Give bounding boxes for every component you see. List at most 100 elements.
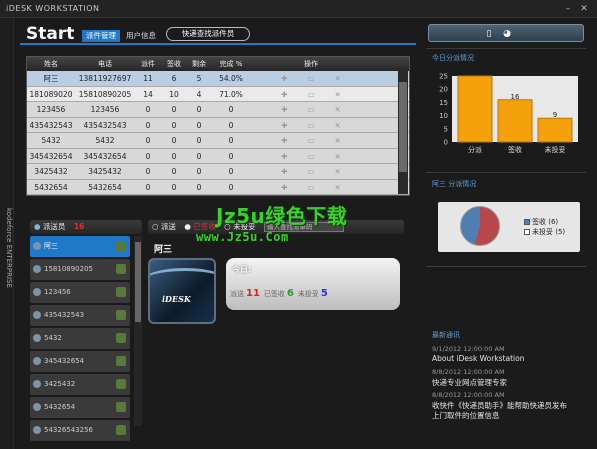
delete-icon[interactable]: ✕: [335, 121, 341, 130]
minimize-icon[interactable]: –: [562, 3, 574, 15]
edit-icon[interactable]: ✚: [281, 105, 287, 114]
courier-item[interactable]: 54326543256: [30, 420, 130, 441]
today-stat-label: 未投妥: [297, 290, 319, 298]
edit-courier-icon[interactable]: [116, 333, 126, 343]
header-divider: [20, 43, 416, 45]
edit-icon[interactable]: ✚: [281, 136, 287, 145]
col-phone[interactable]: 电话: [75, 57, 135, 71]
brand-strip: kodeforce ENTERPRISE: [0, 18, 14, 449]
courier-item[interactable]: 435432543: [30, 305, 130, 326]
message-icon[interactable]: ▭: [307, 105, 314, 114]
pie-chart: [460, 206, 500, 246]
col-name[interactable]: 姓名: [27, 57, 75, 71]
edit-courier-icon[interactable]: [116, 310, 126, 320]
table-row[interactable]: 345432654 345432654 0 0 0 0 ✚ ▭ ✕: [27, 148, 409, 164]
cell-complete: 0: [228, 136, 234, 145]
tab-dispatch[interactable]: 派件管理: [82, 30, 120, 42]
edit-icon[interactable]: ✚: [281, 90, 287, 99]
courier-scrollbar[interactable]: [134, 236, 142, 426]
cell-name: 3425432: [34, 167, 68, 176]
message-icon[interactable]: ▭: [307, 152, 314, 161]
courier-item[interactable]: 345432654: [30, 351, 130, 372]
tab-user-info[interactable]: 用户信息: [122, 30, 160, 42]
news-title: 最新通讯: [432, 331, 460, 339]
edit-icon[interactable]: ✚: [281, 183, 287, 192]
message-icon[interactable]: ▭: [307, 167, 314, 176]
courier-scroll-thumb[interactable]: [135, 242, 141, 322]
edit-courier-icon[interactable]: [116, 379, 126, 389]
delete-icon[interactable]: ✕: [335, 183, 341, 192]
edit-icon[interactable]: ✚: [281, 121, 287, 130]
cell-dispatched: 0: [145, 182, 151, 192]
cell-remaining: 0: [196, 136, 202, 145]
row-actions: ✚ ▭ ✕: [251, 87, 371, 102]
message-icon[interactable]: ▭: [307, 121, 314, 130]
legend-swatch-signed: [524, 219, 530, 225]
cell-phone: 345432654: [83, 151, 127, 161]
col-dispatched[interactable]: 派件: [135, 57, 161, 71]
courier-item[interactable]: 5432654: [30, 397, 130, 418]
page-title: Start: [26, 24, 75, 44]
delete-icon[interactable]: ✕: [335, 167, 341, 176]
edit-courier-icon[interactable]: [116, 425, 126, 435]
message-icon[interactable]: ▭: [307, 136, 314, 145]
edit-courier-icon[interactable]: [116, 402, 126, 412]
delete-icon[interactable]: ✕: [335, 74, 341, 83]
table-row[interactable]: 435432543 435432543 0 0 0 0 ✚ ▭ ✕: [27, 117, 409, 133]
cell-complete: 0: [228, 151, 234, 161]
today-stat-label: 已签收: [263, 290, 285, 298]
message-icon[interactable]: ▭: [307, 183, 314, 192]
edit-courier-icon[interactable]: [116, 356, 126, 366]
filter-dispatched[interactable]: ○ 派送: [152, 222, 176, 231]
courier-name: 3425432: [44, 380, 76, 388]
courier-item[interactable]: 123456: [30, 282, 130, 303]
delete-icon[interactable]: ✕: [335, 136, 341, 145]
edit-icon[interactable]: ✚: [281, 152, 287, 161]
courier-avatar-icon: [33, 288, 41, 296]
edit-courier-icon[interactable]: [116, 241, 126, 251]
edit-courier-icon[interactable]: [116, 264, 126, 274]
cell-dispatched: 0: [145, 167, 151, 176]
table-row[interactable]: 181089020 15810890205 14 10 4 71.0% ✚ ▭ ✕: [27, 86, 409, 102]
pie-title: 阿三 分派情况: [432, 180, 477, 188]
edit-icon[interactable]: ✚: [281, 167, 287, 176]
news-item-2[interactable]: 快递专业网点管理专家: [432, 377, 507, 388]
table-row[interactable]: 123456 123456 0 0 0 0 ✚ ▭ ✕: [27, 102, 409, 118]
table-row[interactable]: 3425432 3425432 0 0 0 0 ✚ ▭ ✕: [27, 164, 409, 180]
news-item-1[interactable]: About iDesk Workstation: [432, 354, 524, 363]
edit-courier-icon[interactable]: [116, 287, 126, 297]
cell-signed: 0: [171, 136, 177, 145]
cell-name: 5432: [41, 136, 61, 145]
scroll-thumb[interactable]: [399, 82, 407, 172]
courier-item[interactable]: 3425432: [30, 374, 130, 395]
col-remaining[interactable]: 剩余: [187, 57, 211, 71]
message-icon[interactable]: ▭: [307, 74, 314, 83]
table-row[interactable]: 5432654 5432654 0 0 0 0 ✚ ▭ ✕: [27, 179, 409, 195]
table-row[interactable]: 阿三 13811927697 11 6 5 54.0% ✚ ▭ ✕: [27, 71, 409, 87]
edit-icon[interactable]: ✚: [281, 74, 287, 83]
bar-value-label: 9: [553, 111, 557, 119]
close-icon[interactable]: ✕: [578, 3, 590, 15]
refresh-icon[interactable]: ◕: [501, 28, 513, 40]
courier-item[interactable]: 阿三: [30, 236, 130, 257]
y-tick-label: 5: [444, 125, 448, 133]
message-icon[interactable]: ▭: [307, 90, 314, 99]
cell-phone: 435432543: [83, 120, 127, 130]
delete-icon[interactable]: ✕: [335, 105, 341, 114]
pie-panel: 签收 (6) 未投妥 (5): [438, 202, 580, 252]
chart-icon[interactable]: ▯: [483, 28, 495, 40]
delete-icon[interactable]: ✕: [335, 152, 341, 161]
news-date-3: 8/8/2012 12:00:00 AM: [432, 391, 505, 399]
courier-item[interactable]: 5432: [30, 328, 130, 349]
delete-icon[interactable]: ✕: [335, 90, 341, 99]
cell-complete: 0: [228, 182, 234, 192]
row-actions: ✚ ▭ ✕: [251, 71, 371, 86]
courier-item[interactable]: 15810890205: [30, 259, 130, 280]
table-row[interactable]: 5432 5432 0 0 0 0 ✚ ▭ ✕: [27, 133, 409, 149]
col-signed[interactable]: 签收: [161, 57, 187, 71]
cell-remaining: 5: [196, 74, 202, 83]
table-scrollbar[interactable]: [398, 70, 408, 194]
cell-dispatched: 0: [145, 136, 151, 145]
col-complete[interactable]: 完成 %: [211, 57, 251, 71]
find-courier-button[interactable]: 快递查找派件员: [166, 27, 250, 41]
